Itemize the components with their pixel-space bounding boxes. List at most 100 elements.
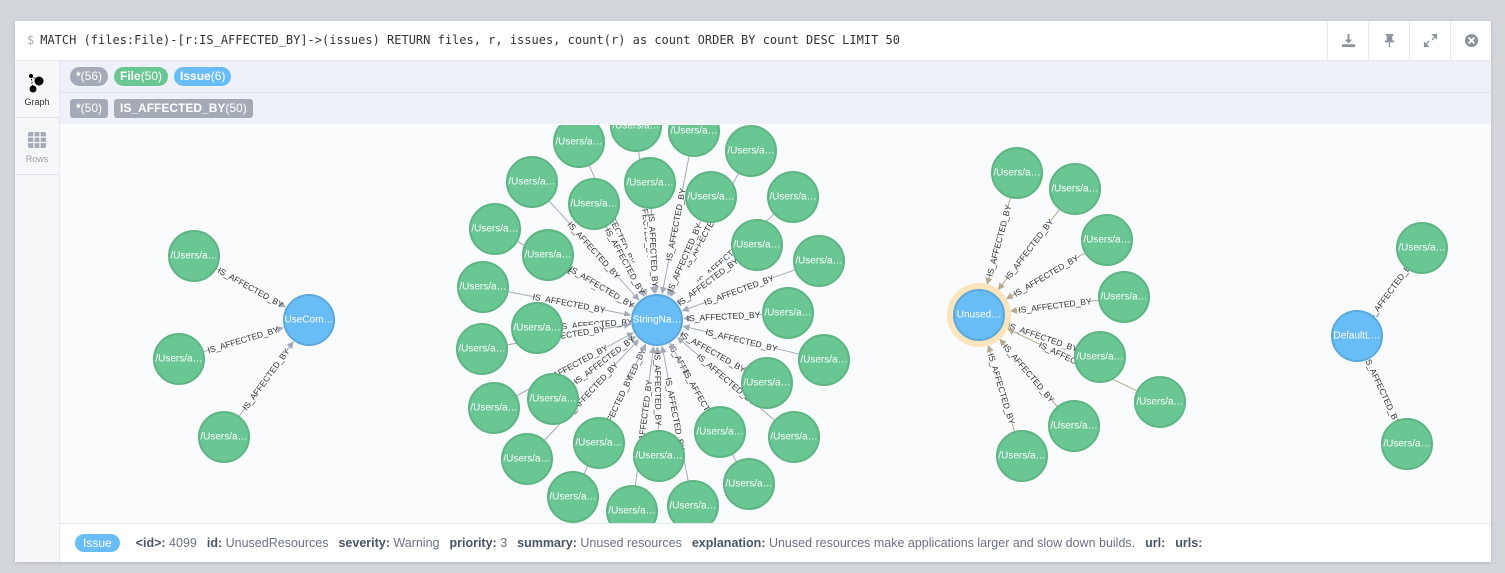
- file-node[interactable]: /Users/a…: [1396, 222, 1448, 274]
- property-key: severity:: [338, 536, 390, 550]
- file-node-label: /Users/a…: [635, 451, 682, 462]
- pin-icon: [1384, 33, 1394, 48]
- edge-label: IS_AFFECTED_BY: [1018, 296, 1093, 315]
- legend-label-issue[interactable]: Issue(6): [174, 66, 232, 86]
- expand-icon: [1423, 33, 1437, 48]
- file-node[interactable]: /Users/a…: [456, 323, 508, 375]
- file-node[interactable]: /Users/a…: [198, 411, 250, 463]
- legend-label-name: File: [120, 68, 141, 83]
- file-node[interactable]: /Users/a…: [667, 480, 719, 523]
- file-node[interactable]: /Users/a…: [168, 230, 220, 282]
- file-node[interactable]: /Users/a…: [511, 302, 563, 354]
- file-node[interactable]: /Users/a…: [798, 334, 850, 386]
- legend-label-count: (56): [80, 68, 103, 83]
- file-node-label: /Users/a…: [508, 177, 555, 188]
- file-node[interactable]: /Users/a…: [547, 471, 599, 523]
- legend-rel-all[interactable]: *(50): [70, 98, 109, 118]
- query-text[interactable]: $ MATCH (files:File)-[r:IS_AFFECTED_BY]->…: [27, 33, 900, 47]
- relationship-edge[interactable]: IS_AFFECTED_BY: [1010, 295, 1100, 316]
- file-node[interactable]: /Users/a…: [553, 125, 605, 168]
- rows-view-tab[interactable]: Rows: [15, 118, 59, 175]
- file-node[interactable]: /Users/a…: [725, 125, 777, 177]
- file-node-label: /Users/a…: [800, 355, 847, 366]
- edge-label: IS_AFFECTED_BY: [216, 265, 286, 310]
- relationship-edge[interactable]: IS_AFFECTED_BY: [215, 265, 287, 310]
- inspector-label-badge[interactable]: Issue: [75, 534, 120, 552]
- file-node[interactable]: /Users/a…: [1098, 271, 1150, 323]
- file-node[interactable]: /Users/a…: [996, 430, 1048, 482]
- file-node[interactable]: /Users/a…: [506, 156, 558, 208]
- issue-node-stringna[interactable]: StringNa…: [631, 294, 683, 346]
- file-node[interactable]: /Users/a…: [685, 171, 737, 223]
- file-node[interactable]: /Users/a…: [991, 147, 1043, 199]
- file-node[interactable]: /Users/a…: [153, 333, 205, 385]
- file-node-label: /Users/a…: [743, 378, 790, 389]
- file-node[interactable]: /Users/a…: [606, 485, 658, 523]
- issue-node-label: StringNa…: [633, 315, 682, 326]
- graph-canvas[interactable]: IS_AFFECTED_BY IS_AFFECTED_BY IS_AFFECTED_…: [60, 125, 1491, 523]
- property-priority: priority: 3: [449, 536, 507, 550]
- file-node[interactable]: /Users/a…: [610, 125, 662, 152]
- file-node[interactable]: /Users/a…: [731, 219, 783, 271]
- file-node[interactable]: /Users/a…: [1381, 418, 1433, 470]
- graph-svg[interactable]: IS_AFFECTED_BYIS_AFFECTED_BYIS_AFFECTED_…: [60, 125, 1491, 523]
- property-key: priority:: [449, 536, 497, 550]
- file-node[interactable]: /Users/a…: [1074, 331, 1126, 383]
- property-internal-id: <id>: 4099: [136, 536, 197, 550]
- property-key: summary:: [517, 536, 577, 550]
- download-button[interactable]: [1327, 21, 1368, 60]
- issue-node-defaultl[interactable]: DefaultL…: [1331, 310, 1383, 362]
- close-button[interactable]: [1450, 21, 1491, 60]
- legend-rel-is-affected-by[interactable]: IS_AFFECTED_BY(50): [114, 98, 253, 118]
- file-node-label: /Users/a…: [1398, 243, 1445, 254]
- file-node[interactable]: /Users/a…: [694, 406, 746, 458]
- file-node[interactable]: /Users/a…: [624, 157, 676, 209]
- relationship-edge[interactable]: IS_AFFECTED_BY: [202, 324, 284, 356]
- relationship-edge[interactable]: IS_AFFECTED_BY: [1362, 355, 1402, 426]
- file-node[interactable]: /Users/a…: [468, 382, 520, 434]
- legend-label-file[interactable]: File(50): [114, 66, 169, 86]
- file-node[interactable]: /Users/a…: [1081, 214, 1133, 266]
- file-node[interactable]: /Users/a…: [741, 357, 793, 409]
- property-id: id: UnusedResources: [207, 536, 329, 550]
- file-node[interactable]: /Users/a…: [1049, 163, 1101, 215]
- file-node[interactable]: /Users/a…: [768, 411, 820, 463]
- expand-button[interactable]: [1409, 21, 1450, 60]
- file-node[interactable]: /Users/a…: [1048, 400, 1100, 452]
- file-node[interactable]: /Users/a…: [568, 178, 620, 230]
- file-node[interactable]: /Users/a…: [723, 458, 775, 510]
- nodes-layer: /Users/a… /Users/a… /Users/a… UseCom… /Users…: [153, 125, 1448, 523]
- file-node[interactable]: /Users/a…: [501, 433, 553, 485]
- file-node[interactable]: /Users/a…: [573, 417, 625, 469]
- edge-label: IS_AFFECTED_BY: [647, 213, 661, 287]
- file-node[interactable]: /Users/a…: [527, 373, 579, 425]
- file-node-label: /Users/a…: [764, 308, 811, 319]
- relationship-edge[interactable]: IS_AFFECTED_BY: [238, 341, 294, 418]
- file-node[interactable]: /Users/a…: [1134, 376, 1186, 428]
- file-node[interactable]: /Users/a…: [762, 287, 814, 339]
- query-string: MATCH (files:File)-[r:IS_AFFECTED_BY]->(…: [40, 33, 900, 47]
- file-node[interactable]: /Users/a…: [793, 235, 845, 287]
- file-node[interactable]: /Users/a…: [457, 261, 509, 313]
- graph-view-tab[interactable]: Graph: [15, 61, 59, 118]
- file-node-label: /Users/a…: [524, 250, 571, 261]
- issue-node-unused[interactable]: Unused…: [947, 283, 1011, 347]
- issue-node-usecom[interactable]: UseCom…: [283, 294, 335, 346]
- file-node[interactable]: /Users/a…: [522, 229, 574, 281]
- pin-button[interactable]: [1368, 21, 1409, 60]
- file-node[interactable]: /Users/a…: [767, 171, 819, 223]
- property-value: Unused resources: [580, 536, 682, 550]
- file-node-label: /Users/a…: [687, 192, 734, 203]
- relationship-edge[interactable]: IS_AFFECTED_BY: [645, 207, 662, 294]
- property-urls: urls:: [1175, 536, 1202, 550]
- file-node[interactable]: /Users/a…: [668, 125, 720, 157]
- file-node-label: /Users/a…: [1136, 397, 1183, 408]
- legend-label-all[interactable]: *(56): [70, 66, 109, 86]
- file-node[interactable]: /Users/a…: [469, 203, 521, 255]
- relationship-edge[interactable]: IS_AFFECTED_BY: [683, 308, 764, 325]
- file-node-label: /Users/a…: [669, 501, 716, 512]
- inspector-bar: Issue <id>: 4099 id: UnusedResources sev…: [60, 523, 1491, 562]
- file-node-label: /Users/a…: [459, 282, 506, 293]
- file-node[interactable]: /Users/a…: [633, 430, 685, 482]
- file-node-label: /Users/a…: [769, 192, 816, 203]
